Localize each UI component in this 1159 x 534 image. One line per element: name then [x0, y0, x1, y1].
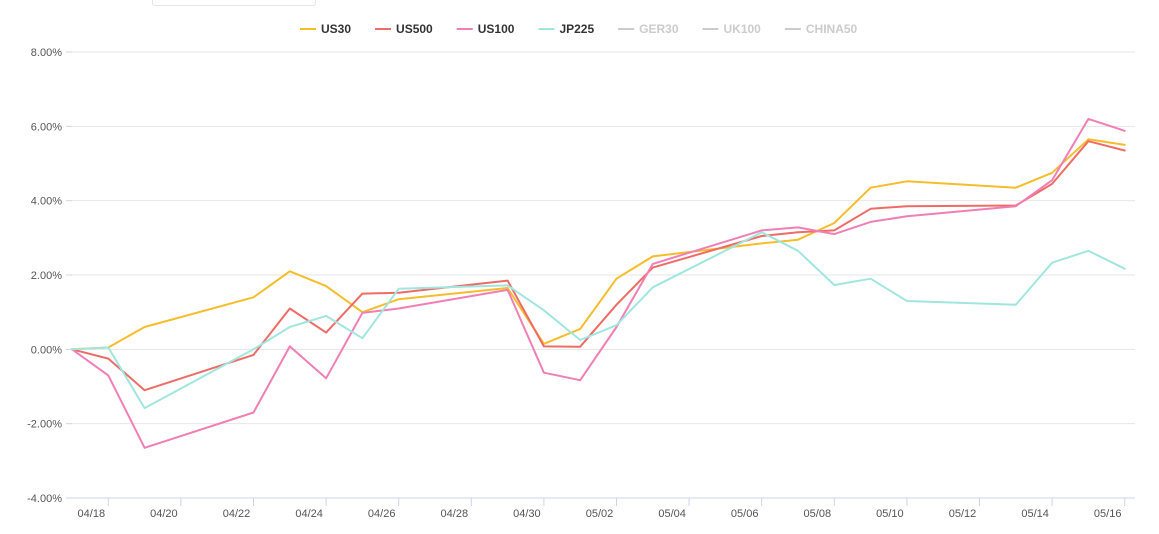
- legend-item-us500[interactable]: US500: [375, 22, 433, 36]
- y-tick-label: -4.00%: [27, 493, 62, 505]
- x-tick-label: 04/26: [368, 508, 396, 520]
- x-tick-label: 04/22: [223, 508, 251, 520]
- x-tick-label: 05/10: [876, 508, 904, 520]
- series-line-jp225: [71, 231, 1126, 410]
- gridlines: [72, 51, 1135, 499]
- y-tick-label: 6.00%: [31, 121, 62, 133]
- line-chart: 8.00% 6.00% 4.00% 2.00% 0.00% -2.00% -4.00% 04/…: [27, 22, 1135, 520]
- y-tick-label: 2.00%: [31, 270, 62, 282]
- legend-label: GER30: [639, 22, 679, 36]
- x-tick-label: 04/18: [78, 508, 106, 520]
- x-tick-label: 05/12: [949, 508, 977, 520]
- legend-item-us100[interactable]: US100: [456, 22, 515, 36]
- series-lines: [71, 117, 1126, 449]
- legend-label: US30: [321, 22, 351, 36]
- legend-label: US500: [396, 22, 433, 36]
- y-tick-label: 4.00%: [31, 196, 62, 208]
- x-tick-label: 05/14: [1021, 508, 1049, 520]
- y-tick-label: 8.00%: [31, 47, 62, 59]
- x-tick-label: 04/24: [295, 508, 323, 520]
- series-line-us100: [71, 117, 1126, 449]
- x-tick-label: 05/08: [804, 508, 832, 520]
- legend[interactable]: US30 US500 US100 JP225 GER30 UK100 CHINA50: [300, 22, 858, 36]
- y-tick-label: 0.00%: [31, 344, 62, 356]
- legend-label: CHINA50: [806, 22, 858, 36]
- y-tick-label: -2.00%: [27, 419, 62, 431]
- legend-label: UK100: [724, 22, 762, 36]
- legend-item-ger30[interactable]: GER30: [618, 22, 679, 36]
- x-tick-label: 04/20: [150, 508, 178, 520]
- legend-label: US100: [478, 22, 515, 36]
- series-line-us30: [71, 138, 1126, 351]
- x-tick-label: 05/04: [658, 508, 686, 520]
- x-tick-label: 05/06: [731, 508, 759, 520]
- legend-item-china50[interactable]: CHINA50: [784, 22, 858, 36]
- legend-item-jp225[interactable]: JP225: [538, 22, 594, 36]
- legend-label: JP225: [559, 22, 594, 36]
- x-tick-label: 04/30: [513, 508, 541, 520]
- x-tick-label: 04/28: [441, 508, 469, 520]
- legend-item-uk100[interactable]: UK100: [702, 22, 762, 36]
- x-tick-label: 05/16: [1094, 508, 1122, 520]
- axes: 8.00% 6.00% 4.00% 2.00% 0.00% -2.00% -4.00% 04/…: [27, 47, 1135, 520]
- legend-item-us30[interactable]: US30: [300, 22, 351, 36]
- x-tick-label: 05/02: [586, 508, 614, 520]
